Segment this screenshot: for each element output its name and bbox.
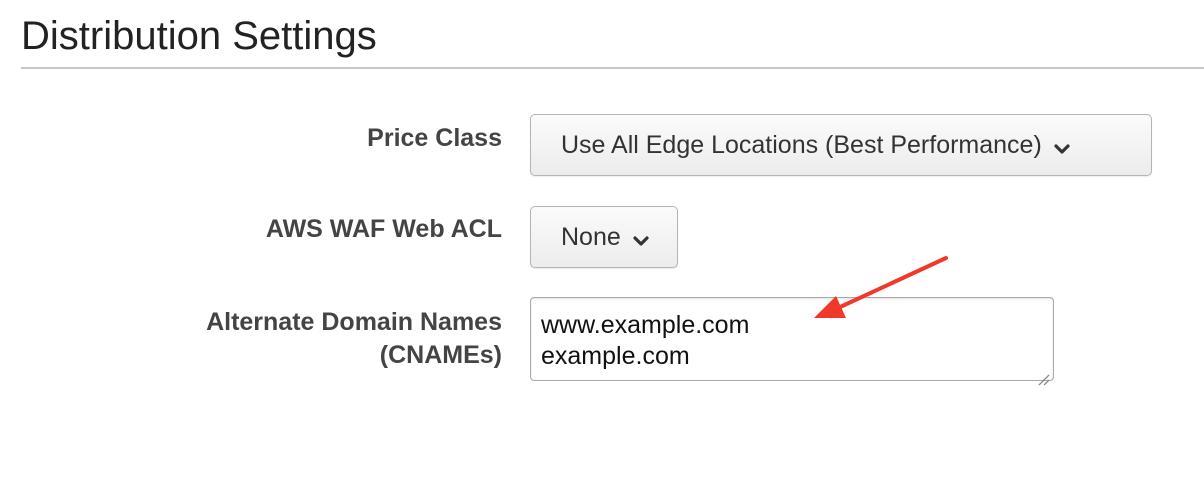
price-class-select[interactable]: Use All Edge Locations (Best Performance… (530, 114, 1152, 176)
cnames-label-line1: Alternate Domain Names (206, 308, 502, 336)
cname-entry: example.com (541, 342, 690, 370)
waf-acl-select[interactable]: None (530, 206, 678, 268)
chevron-down-icon (1052, 137, 1072, 157)
resize-grip-icon[interactable] (1036, 363, 1050, 386)
cnames-label-line2: (CNAMEs) (379, 341, 502, 369)
cnames-textarea[interactable]: www.example.com example.com (530, 297, 1054, 386)
section-title: Distribution Settings (21, 14, 377, 58)
price-class-label: Price Class (367, 124, 502, 152)
distribution-settings-page: Distribution Settings Price Class Use Al… (0, 0, 1204, 500)
waf-acl-label: AWS WAF Web ACL (265, 215, 502, 243)
title-divider (21, 67, 1204, 69)
cname-entry: www.example.com (541, 311, 750, 339)
chevron-down-icon (631, 229, 651, 249)
price-class-selected-value: Use All Edge Locations (Best Performance… (561, 130, 1042, 159)
cnames-label: Alternate Domain Names (CNAMEs) (206, 306, 502, 372)
waf-acl-selected-value: None (561, 222, 621, 251)
